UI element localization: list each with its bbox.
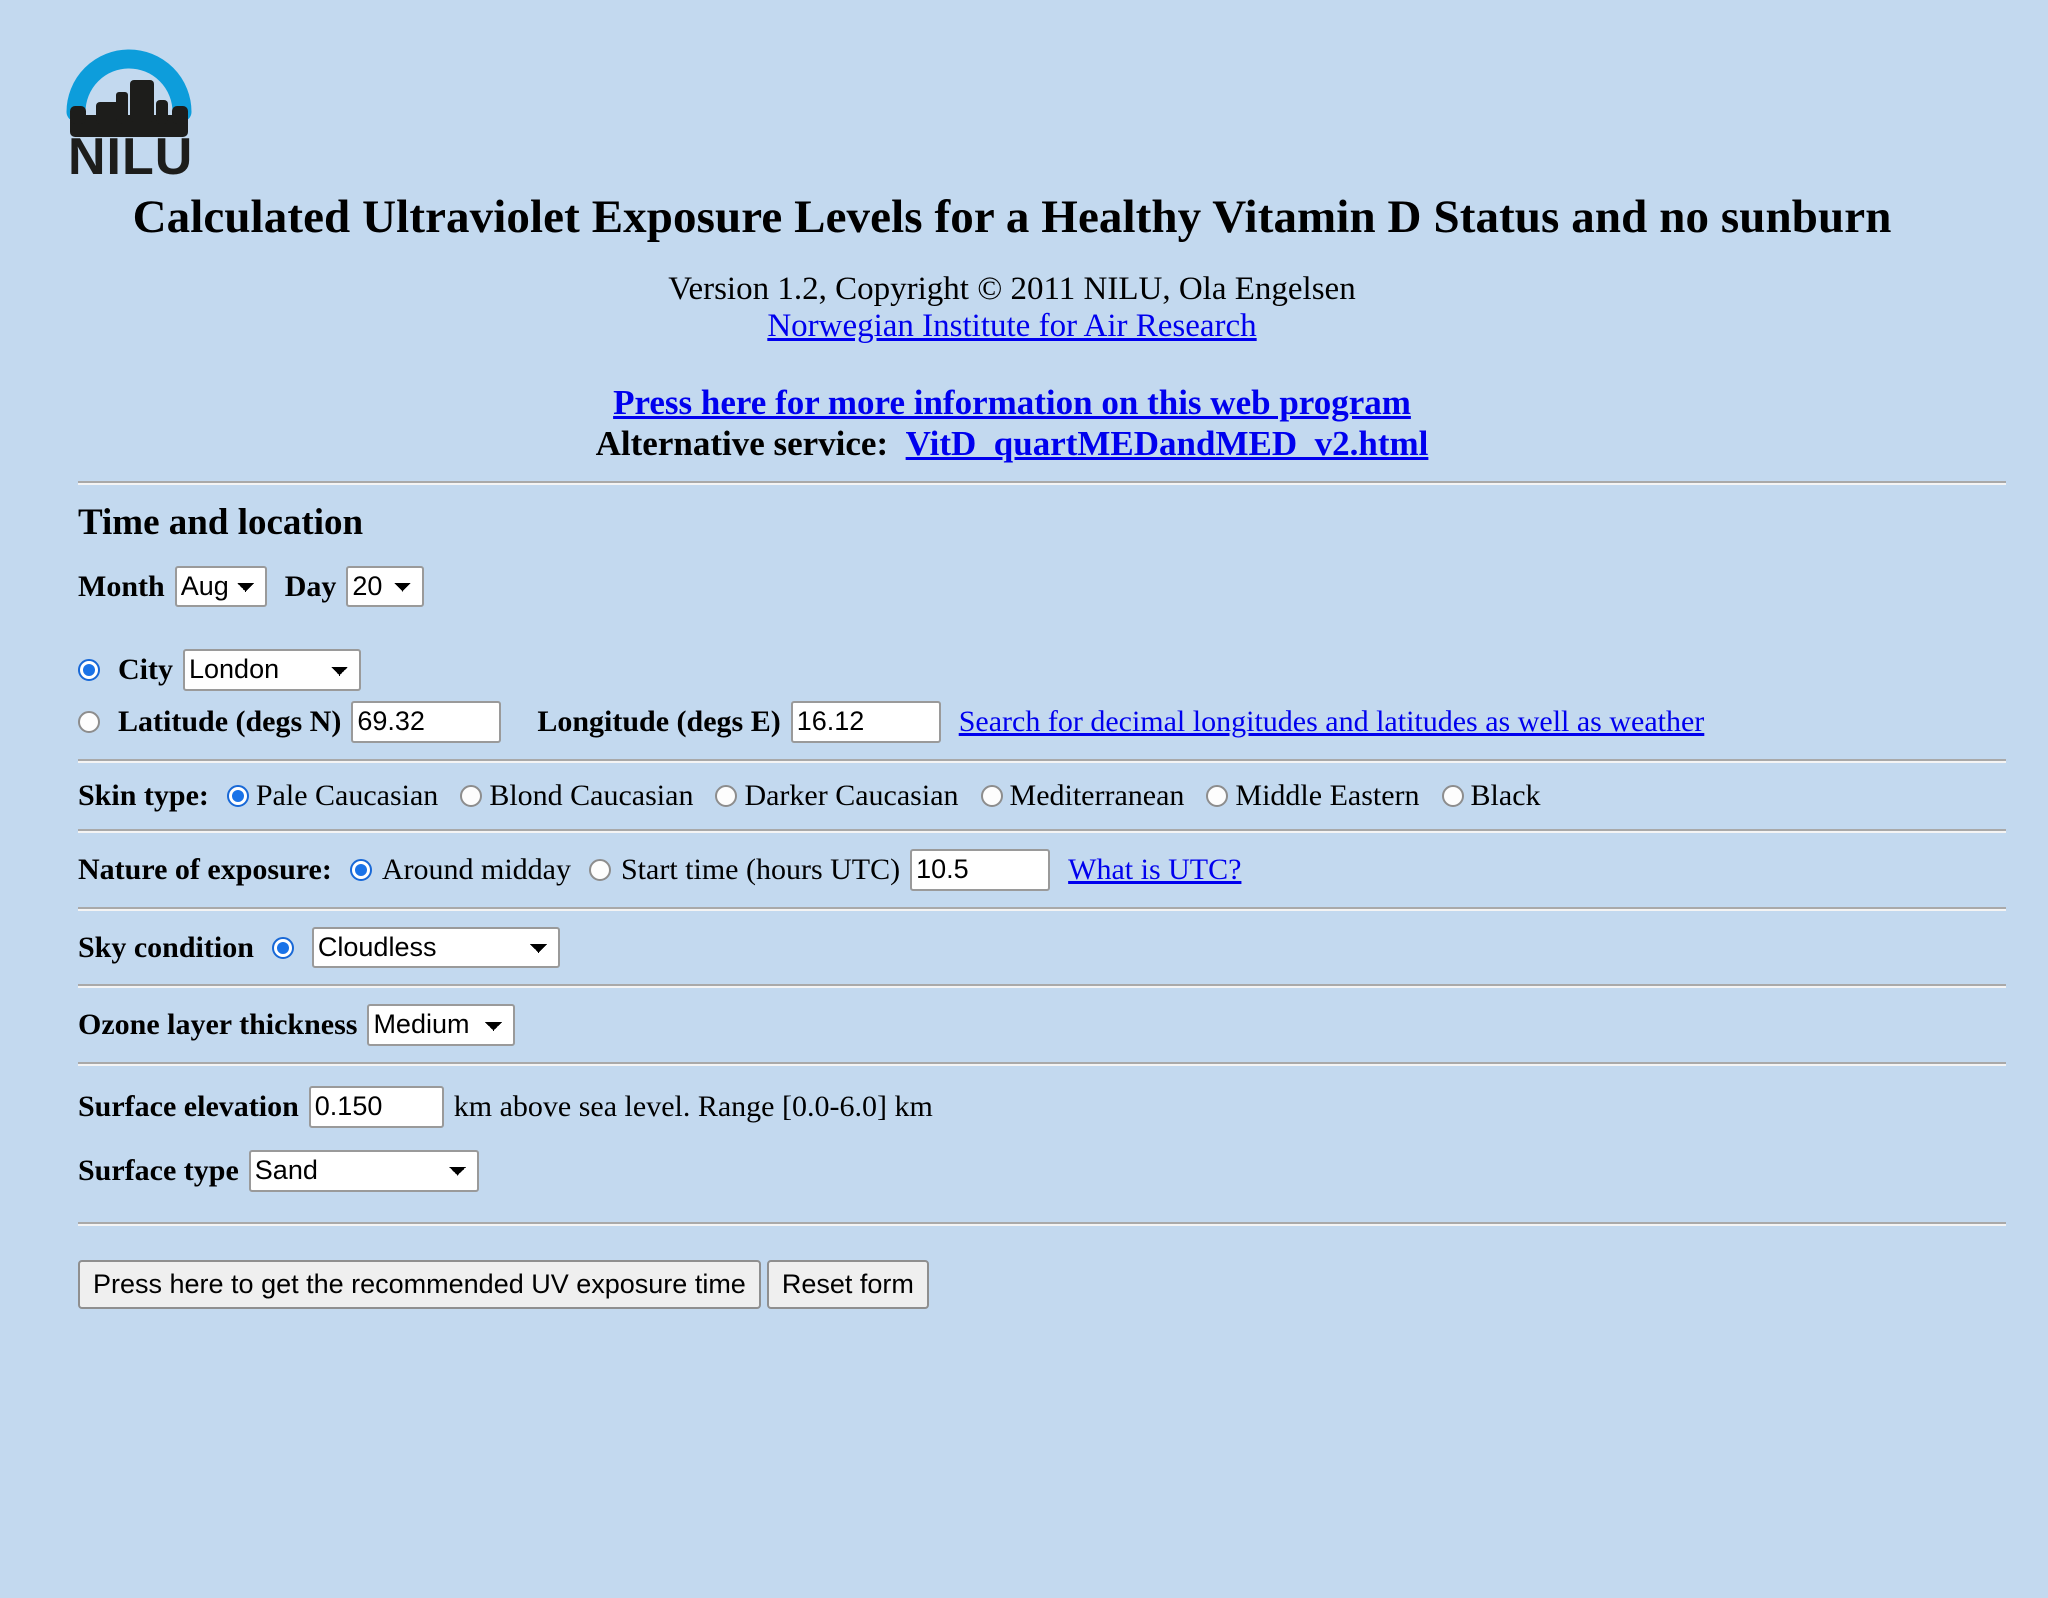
surface-elevation-label: Surface elevation — [78, 1090, 299, 1123]
longitude-label: Longitude (degs E) — [537, 705, 781, 738]
alternative-service-label: Alternative service: — [595, 424, 889, 464]
page-root: NILU Calculated Ultraviolet Exposure Lev… — [0, 14, 2048, 1598]
surface-elevation-suffix: km above sea level. Range [0.0-6.0] km — [453, 1090, 933, 1123]
latitude-label: Latitude (degs N) — [118, 705, 342, 738]
sky-condition-label: Sky condition — [78, 930, 254, 964]
row-skin-type: Skin type: Pale Caucasian Blond Caucasia… — [78, 779, 2024, 813]
skin-type-option-label: Darker Caucasian — [744, 778, 959, 812]
start-time-radio[interactable] — [589, 858, 611, 881]
divider — [78, 984, 2006, 989]
divider — [78, 906, 2006, 911]
what-is-utc-link[interactable]: What is UTC? — [1068, 853, 1241, 887]
skin-type-option-middle-eastern[interactable]: Middle Eastern — [1206, 778, 1420, 813]
nilu-logo-wordmark: NILU — [68, 128, 193, 179]
skin-type-option-mediterranean[interactable]: Mediterranean — [980, 778, 1185, 813]
skin-type-label: Skin type: — [78, 778, 209, 812]
version-line: Version 1.2, Copyright © 2011 NILU, Ola … — [0, 271, 2024, 346]
section-title-time-and-location: Time and location — [78, 501, 364, 543]
start-time-input[interactable] — [910, 848, 1051, 891]
info-link-line: Press here for more information on this … — [0, 382, 2024, 423]
surface-type-label: Surface type — [78, 1153, 239, 1187]
skin-type-radio[interactable] — [715, 784, 738, 807]
institute-link[interactable]: Norwegian Institute for Air Research — [767, 308, 1256, 344]
ozone-thickness-select[interactable]: Medium — [367, 1004, 516, 1047]
divider — [78, 828, 2006, 833]
skin-type-option-label: Pale Caucasian — [255, 778, 439, 812]
more-information-link[interactable]: Press here for more information on this … — [613, 383, 1411, 422]
divider — [78, 1221, 2006, 1226]
row-ozone-thickness: Ozone layer thickness Medium — [78, 1004, 2024, 1047]
skin-type-option-label: Middle Eastern — [1235, 778, 1420, 812]
coordinates-radio[interactable] — [78, 711, 100, 733]
search-coordinates-link[interactable]: Search for decimal longitudes and latitu… — [959, 705, 1705, 739]
around-midday-label: Around midday — [381, 852, 571, 886]
row-surface-type: Surface type Sand — [78, 1149, 2024, 1192]
around-midday-radio[interactable] — [349, 858, 372, 881]
sky-condition-select[interactable]: Cloudless — [311, 926, 560, 969]
skin-type-radio[interactable] — [226, 784, 249, 807]
skin-type-option-blond-caucasian[interactable]: Blond Caucasian — [460, 779, 693, 813]
alternative-service-link[interactable]: VitD_quartMEDandMED_v2.html — [906, 424, 1429, 463]
skin-type-option-darker-caucasian[interactable]: Darker Caucasian — [715, 778, 959, 813]
city-radio[interactable] — [78, 659, 100, 682]
divider — [78, 1062, 2006, 1067]
skin-type-radio[interactable] — [460, 784, 483, 807]
alternative-service-line: Alternative service: VitD_quartMEDandMED… — [0, 423, 2024, 464]
latitude-input[interactable] — [351, 701, 502, 743]
nilu-logo: NILU — [62, 14, 222, 179]
sky-condition-radio[interactable] — [271, 936, 294, 959]
skin-type-radio[interactable] — [980, 784, 1003, 807]
day-label: Day — [284, 569, 337, 603]
skin-type-radio[interactable] — [1206, 784, 1229, 807]
row-city: City London — [78, 649, 2024, 692]
page-title: Calculated Ultraviolet Exposure Levels f… — [132, 191, 1892, 243]
row-nature-of-exposure: Nature of exposure: Around midday Start … — [78, 848, 2024, 891]
skin-type-option-label: Black — [1470, 778, 1541, 812]
ozone-thickness-label: Ozone layer thickness — [78, 1008, 358, 1042]
version-text: Version 1.2, Copyright © 2011 NILU, Ola … — [668, 270, 1356, 307]
day-select[interactable]: 20 — [346, 565, 425, 608]
row-sky-condition: Sky condition Cloudless — [78, 926, 2024, 969]
skin-type-option-black[interactable]: Black — [1441, 778, 1541, 813]
divider — [78, 758, 2006, 763]
row-buttons: Press here to get the recommended UV exp… — [78, 1259, 2024, 1310]
surface-type-select[interactable]: Sand — [248, 1149, 479, 1192]
skin-type-radio[interactable] — [1441, 784, 1464, 807]
month-select[interactable]: Aug — [174, 565, 267, 608]
skin-type-option-label: Blond Caucasian — [489, 778, 694, 812]
skin-type-option-pale-caucasian[interactable]: Pale Caucasian — [226, 778, 439, 813]
submit-button[interactable]: Press here to get the recommended UV exp… — [78, 1259, 761, 1310]
reset-button[interactable]: Reset form — [766, 1259, 929, 1310]
start-time-label: Start time (hours UTC) — [621, 852, 901, 886]
nature-of-exposure-label: Nature of exposure: — [78, 852, 332, 886]
city-label: City — [118, 653, 173, 687]
month-label: Month — [78, 569, 165, 603]
city-select[interactable]: London — [183, 649, 361, 692]
nilu-logo-icon: NILU — [66, 49, 193, 179]
surface-elevation-input[interactable] — [308, 1086, 444, 1128]
skin-type-option-label: Mediterranean — [1009, 778, 1185, 812]
row-month-day: Month Aug Day 20 — [78, 565, 2024, 608]
longitude-input[interactable] — [790, 701, 941, 743]
row-latitude-longitude: Latitude (degs N) Longitude (degs E) Sea… — [78, 701, 2024, 743]
divider — [78, 480, 2006, 485]
row-surface-elevation: Surface elevation km above sea level. Ra… — [78, 1086, 2024, 1128]
